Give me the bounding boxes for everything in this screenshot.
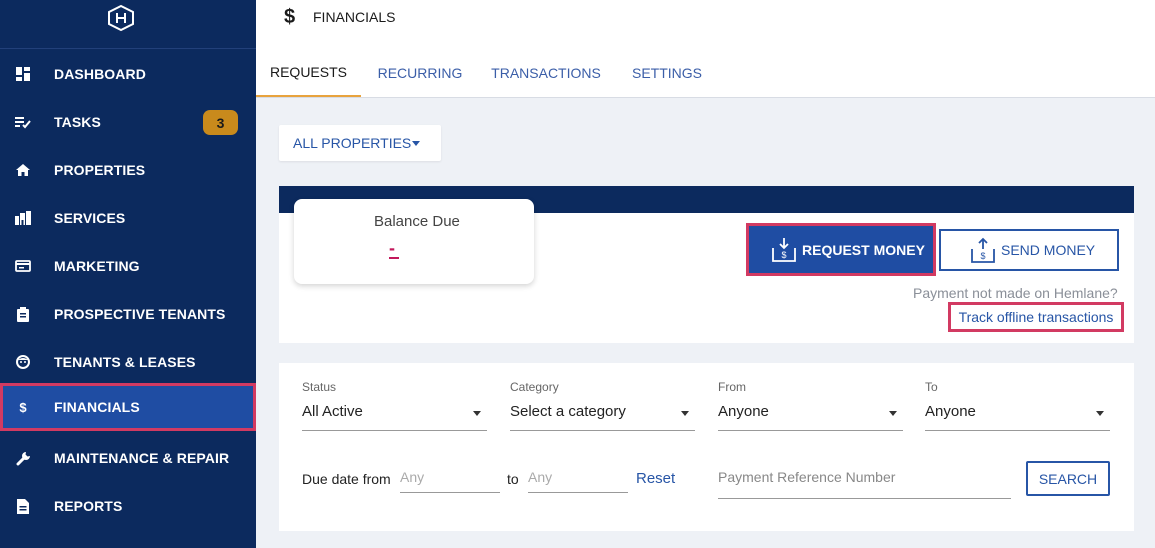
balance-card: Balance Due - [294, 199, 534, 284]
filters-panel [279, 363, 1134, 531]
offline-payment-question: Payment not made on Hemlane? [913, 285, 1118, 301]
category-select[interactable]: Select a category [510, 399, 695, 431]
financials-tabs: REQUESTS RECURRING TRANSACTIONS SETTINGS [256, 48, 1155, 98]
status-select[interactable]: All Active [302, 399, 487, 431]
sidebar-divider [0, 48, 256, 49]
sidebar: DASHBOARD TASKS 3 PROPERTIES SERVICES MA… [0, 0, 256, 548]
tasks-count-badge: 3 [203, 110, 238, 135]
request-money-label: REQUEST MONEY [802, 241, 925, 258]
sidebar-item-label: PROPERTIES [54, 162, 146, 178]
from-select-value: Anyone [718, 403, 769, 420]
balance-label: Balance Due [374, 213, 460, 230]
due-date-from-input[interactable]: Any [400, 463, 500, 493]
caret-down-icon [473, 411, 481, 416]
tasks-icon [15, 114, 31, 130]
request-money-icon: $ [772, 238, 796, 262]
home-icon [15, 162, 31, 178]
sidebar-item-label: SERVICES [54, 210, 126, 226]
due-date-from-label: Due date from [302, 471, 391, 487]
from-select[interactable]: Anyone [718, 399, 903, 431]
sidebar-item-marketing[interactable]: MARKETING [0, 242, 256, 290]
to-select-value: Anyone [925, 403, 976, 420]
reset-link[interactable]: Reset [636, 470, 675, 487]
request-money-button[interactable]: $ REQUEST MONEY [746, 223, 936, 276]
track-offline-transactions-link[interactable]: Track offline transactions [948, 302, 1124, 332]
sidebar-item-label: MAINTENANCE & REPAIR [54, 450, 230, 466]
services-icon [15, 210, 31, 226]
caret-down-icon [889, 411, 897, 416]
due-date-to-input[interactable]: Any [528, 463, 628, 493]
dashboard-icon [15, 66, 31, 82]
due-date-from-placeholder: Any [400, 469, 425, 485]
status-select-value: All Active [302, 403, 363, 420]
sidebar-item-prospective-tenants[interactable]: PROSPECTIVE TENANTS [0, 290, 256, 338]
due-date-to-placeholder: Any [528, 469, 553, 485]
from-filter-label: From [718, 380, 746, 394]
dollar-icon: $ [284, 6, 296, 28]
property-filter-value: ALL PROPERTIES [293, 135, 412, 151]
due-date-to-label: to [507, 471, 519, 487]
tenant-face-icon [15, 354, 31, 370]
to-select[interactable]: Anyone [925, 399, 1110, 431]
svg-text:$: $ [980, 251, 985, 261]
caret-down-icon [681, 411, 689, 416]
sidebar-item-financials[interactable]: $ FINANCIALS [0, 383, 256, 431]
sidebar-item-maintenance-repair[interactable]: MAINTENANCE & REPAIR [0, 434, 256, 482]
sidebar-item-properties[interactable]: PROPERTIES [0, 146, 256, 194]
tab-requests[interactable]: REQUESTS [256, 48, 361, 97]
payment-reference-input[interactable]: Payment Reference Number [718, 463, 1011, 499]
hexagon-h-logo-icon[interactable] [106, 4, 136, 32]
category-filter-label: Category [510, 380, 559, 394]
clipboard-icon [15, 306, 31, 322]
sidebar-item-services[interactable]: SERVICES [0, 194, 256, 242]
wrench-icon [15, 450, 31, 466]
sidebar-item-label: REPORTS [54, 498, 123, 514]
property-filter-dropdown[interactable]: ALL PROPERTIES [279, 125, 441, 161]
tab-recurring[interactable]: RECURRING [374, 48, 466, 97]
search-button[interactable]: SEARCH [1026, 461, 1110, 496]
tab-settings[interactable]: SETTINGS [628, 48, 706, 97]
sidebar-item-label: PROSPECTIVE TENANTS [54, 306, 226, 322]
category-select-value: Select a category [510, 403, 626, 420]
caret-down-icon [412, 141, 420, 146]
to-filter-label: To [925, 380, 938, 394]
sidebar-item-label: MARKETING [54, 258, 140, 274]
sidebar-item-label: DASHBOARD [54, 66, 146, 82]
tab-transactions[interactable]: TRANSACTIONS [491, 48, 601, 97]
sidebar-item-tenants-leases[interactable]: TENANTS & LEASES [0, 338, 256, 386]
sidebar-item-reports[interactable]: REPORTS [0, 482, 256, 530]
status-filter-label: Status [302, 380, 337, 394]
send-money-button[interactable]: $ SEND MONEY [939, 229, 1119, 271]
page-header: $ FINANCIALS [256, 0, 1155, 48]
document-icon [15, 498, 31, 514]
dollar-icon: $ [19, 399, 27, 415]
balance-value[interactable]: - [389, 239, 399, 259]
svg-text:$: $ [781, 250, 786, 260]
marketing-icon [15, 258, 31, 274]
payment-reference-placeholder: Payment Reference Number [718, 469, 896, 485]
caret-down-icon [1096, 411, 1104, 416]
sidebar-item-dashboard[interactable]: DASHBOARD [0, 50, 256, 98]
sidebar-item-label: TASKS [54, 114, 101, 130]
sidebar-item-label: TENANTS & LEASES [54, 354, 196, 370]
send-money-label: SEND MONEY [1001, 242, 1096, 258]
send-money-icon: $ [971, 237, 995, 263]
sidebar-item-tasks[interactable]: TASKS 3 [0, 98, 256, 146]
page-title: FINANCIALS [313, 9, 396, 25]
sidebar-item-label: FINANCIALS [54, 399, 140, 415]
